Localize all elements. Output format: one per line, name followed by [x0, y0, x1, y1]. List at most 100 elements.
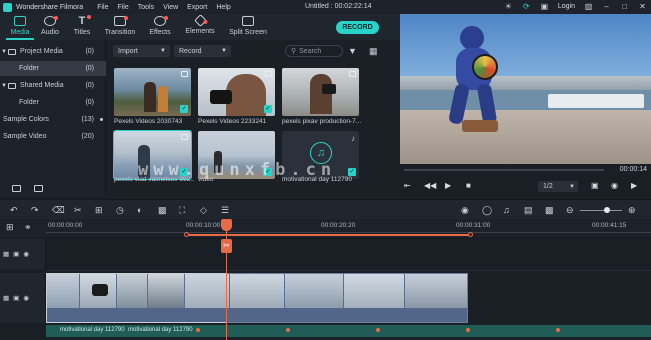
title-bar: Wondershare Filmora File File Tools View… [0, 0, 651, 14]
microphone-icon[interactable]: ♫ [503, 205, 510, 215]
checkmark-icon: ✓ [180, 105, 188, 113]
menu-help[interactable]: Help [216, 4, 230, 11]
audio-keyframe[interactable] [286, 328, 290, 332]
person-figure [310, 74, 332, 114]
play-icon[interactable]: ▶ [445, 181, 451, 190]
maximize-icon[interactable]: □ [620, 2, 629, 11]
sidebar-item-count: (0) [85, 48, 94, 55]
shield-icon[interactable]: ◯ [482, 205, 492, 215]
search-input[interactable]: ⚲ Search [285, 45, 343, 57]
close-icon[interactable]: ✕ [638, 2, 647, 11]
media-thumb-1[interactable]: ✓ [114, 68, 191, 116]
tab-split-screen-label: Split Screen [229, 29, 267, 36]
menu-tools[interactable]: Tools [138, 4, 154, 11]
prev-frame-icon[interactable]: ◀◀ [424, 181, 436, 190]
grid-view-icon[interactable]: ▦ [369, 46, 378, 57]
crop-icon[interactable]: ⊞ [95, 205, 103, 215]
voiceover-icon[interactable]: ▤ [524, 205, 533, 215]
zoom-slider[interactable] [580, 210, 622, 211]
tab-titles[interactable]: T Titles [62, 15, 102, 36]
timeline-ruler[interactable]: ⊞ ⚭ 00:00:00:00 00:00:10:00 00:00:20:20 … [0, 219, 651, 237]
filter-icon[interactable]: ▼ [348, 46, 357, 56]
adjust-sliders-icon[interactable]: ☰ [221, 205, 229, 215]
split-scissors-icon[interactable]: ✂ [221, 239, 232, 253]
keyframe-icon[interactable]: ◇ [200, 205, 207, 215]
caret-down-icon[interactable]: ▼ [0, 83, 8, 89]
sidebar-item-shared-folder[interactable]: Folder (0) [0, 95, 106, 110]
app-name: Wondershare Filmora [16, 3, 84, 11]
audio-track[interactable]: motivational day 112790 motivational day… [46, 325, 651, 337]
stop-icon[interactable]: ■ [466, 181, 471, 190]
sidebar-item-project-media[interactable]: ▼ Project Media (0) [0, 44, 106, 59]
eye-icon[interactable]: ◉ [23, 294, 29, 302]
media-thumb-label: pexels pixav production-7... [282, 118, 362, 125]
clip-frame [405, 274, 467, 308]
media-thumb-2[interactable]: ✓ [198, 68, 275, 116]
tab-split-screen[interactable]: Split Screen [227, 16, 269, 36]
color-icon[interactable]: ◐ [137, 205, 142, 215]
zoom-in-icon[interactable]: ⊕ [628, 205, 636, 215]
audio-keyframe[interactable] [556, 328, 560, 332]
playhead-handle[interactable] [221, 219, 232, 231]
gift-icon[interactable]: ▣ [540, 2, 549, 11]
music-note-icon: ♪ [351, 134, 355, 143]
sidebar-item-count: (0) [85, 82, 94, 89]
render-icon[interactable]: ◉ [461, 205, 469, 215]
subtitles-icon[interactable]: ▩ [545, 205, 554, 215]
audio-keyframe[interactable] [376, 328, 380, 332]
preview-ratio-dropdown[interactable]: 1/2 ▼ [538, 181, 578, 192]
zoom-slider-knob[interactable] [604, 207, 610, 213]
import-label: Import [118, 47, 138, 55]
track-divider [46, 270, 651, 271]
volume-icon[interactable]: ▶ [631, 181, 637, 190]
ruler-time: 00:00:41:15 [592, 222, 627, 229]
media-thumb-3[interactable] [282, 68, 359, 116]
lightbulb-icon[interactable]: ☀ [504, 2, 513, 11]
preview-timecode: 00:00:14 [619, 166, 647, 173]
lock-icon[interactable]: ▣ [13, 250, 19, 258]
undo-icon[interactable]: ↶ [10, 205, 18, 215]
sync-icon[interactable]: ⟳ [522, 2, 531, 11]
link-icon[interactable]: ⚭ [24, 222, 32, 232]
audio-keyframe[interactable] [196, 328, 200, 332]
import-dropdown[interactable]: Import ▼ [113, 45, 170, 57]
tab-transition[interactable]: Transition [100, 16, 140, 36]
lock-icon[interactable]: ▣ [13, 294, 19, 302]
sidebar-item-label: Shared Media [20, 82, 64, 89]
monitor-icon[interactable]: ▣ [591, 181, 599, 190]
account-icon[interactable]: ▧ [584, 2, 593, 11]
menu-view[interactable]: View [163, 4, 178, 11]
edit-toolbar: ↶ ↷ ⌫ ✂ ⊞ ◷ ◐ ▩ ⛶ ◇ ☰ ◉ ◯ ♫ ▤ ▩ ⊖ ⊕ [0, 199, 651, 219]
delete-icon[interactable]: ⌫ [52, 205, 65, 215]
sidebar-item-folder-selected[interactable]: Folder (0) [0, 61, 106, 76]
minimize-icon[interactable]: – [602, 2, 611, 11]
watermark-text: www.qunxfb.cn [138, 160, 337, 180]
speed-icon[interactable]: ◷ [116, 205, 124, 215]
menu-export[interactable]: Export [187, 4, 207, 11]
add-track-icon[interactable]: ⊞ [6, 222, 14, 232]
snapshot-camera-icon[interactable]: ◉ [611, 181, 618, 190]
sidebar-item-sample-video[interactable]: Sample Video (20) [0, 129, 106, 144]
ruler-time: 00:00:31:00 [456, 222, 491, 229]
sidebar-item-shared-media[interactable]: ▼ Shared Media (0) [0, 78, 106, 93]
redo-icon[interactable]: ↷ [31, 205, 39, 215]
zoom-out-icon[interactable]: ⊖ [566, 205, 574, 215]
audio-keyframe[interactable] [466, 328, 470, 332]
tab-elements[interactable]: Elements [180, 14, 220, 35]
cut-scissors-icon[interactable]: ✂ [74, 205, 82, 215]
sidebar-item-sample-colors[interactable]: Sample Colors (13) [0, 112, 106, 127]
login-button[interactable]: Login [558, 3, 575, 10]
eye-icon[interactable]: ◉ [23, 250, 29, 258]
green-screen-icon[interactable]: ▩ [158, 205, 167, 215]
chevron-down-icon: ▼ [221, 48, 227, 54]
caret-down-icon[interactable]: ▼ [0, 49, 8, 55]
record-dropdown[interactable]: Record ▼ [174, 45, 231, 57]
step-back-icon[interactable]: ⇤ [404, 181, 411, 190]
tab-effects[interactable]: Effects [140, 16, 180, 36]
stabilize-icon[interactable]: ⛶ [179, 205, 185, 215]
open-folder-icon[interactable] [34, 184, 43, 192]
menu-file-2[interactable]: File [117, 4, 128, 11]
menu-file[interactable]: File [97, 4, 108, 11]
record-button[interactable]: RECORD [336, 21, 379, 34]
new-folder-icon[interactable] [12, 184, 21, 192]
